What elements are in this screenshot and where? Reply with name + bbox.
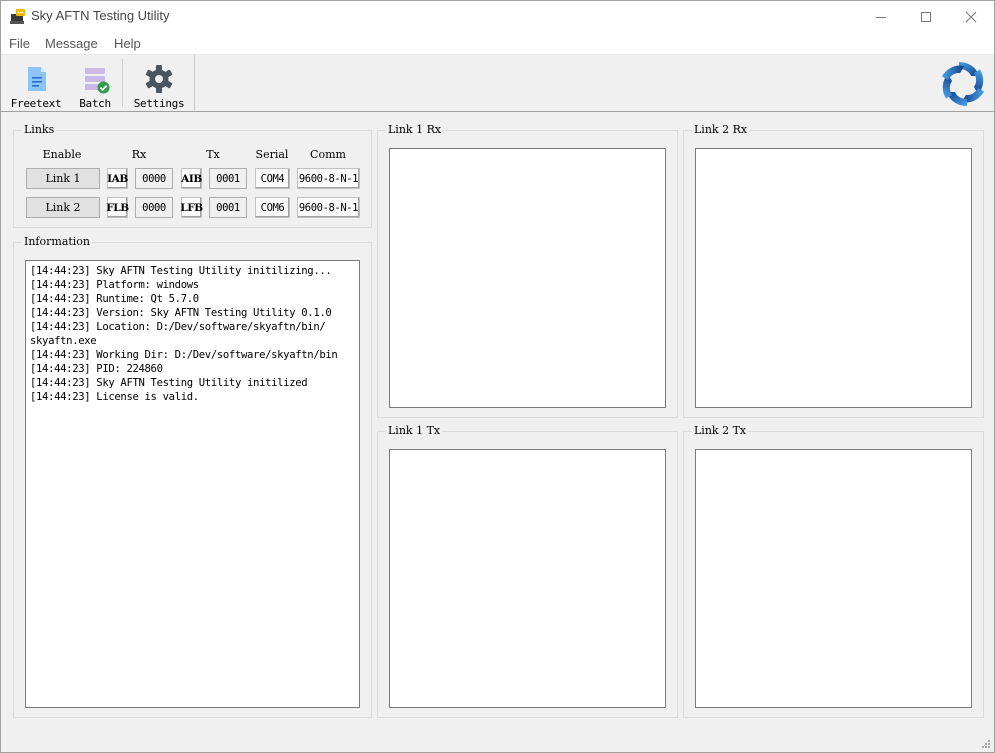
minimize-button[interactable] [858, 1, 904, 32]
logo-icon [941, 62, 985, 106]
link-2-tx-sequence[interactable]: 0001 [209, 197, 247, 218]
link-1-tx-sequence[interactable]: 0001 [209, 168, 247, 189]
close-button[interactable] [948, 1, 994, 32]
link-1-rx-textarea[interactable] [389, 148, 666, 408]
serial-header: Serial [255, 148, 289, 161]
link-2-tx-title: Link 2 Tx [692, 424, 749, 438]
batch-label: Batch [79, 97, 111, 110]
menu-file[interactable]: File [9, 36, 30, 51]
settings-label: Settings [133, 97, 185, 110]
link-1-tx-address[interactable]: AIB [181, 168, 202, 189]
link-2-rx-sequence[interactable]: 0000 [135, 197, 173, 218]
link-2-tx-textarea[interactable] [695, 449, 972, 708]
link-1-tx-group: Link 1 Tx [377, 424, 678, 718]
maximize-button[interactable] [903, 1, 949, 32]
document-icon [28, 67, 46, 91]
gear-icon [145, 65, 173, 93]
toolbar: Freetext Batch Settings [1, 55, 994, 112]
app-icon [10, 9, 25, 24]
menu-help[interactable]: Help [114, 36, 141, 51]
information-group: Information [14:44:23] Sky AFTN Testing … [13, 235, 372, 718]
link-2-rx-title: Link 2 Rx [692, 123, 750, 137]
toolbar-divider [194, 55, 195, 111]
maximize-icon [921, 11, 931, 22]
information-log[interactable]: [14:44:23] Sky AFTN Testing Utility init… [25, 260, 360, 708]
menu-bar: File Message Help [1, 32, 994, 55]
toolbar-separator [122, 59, 123, 107]
menu-message[interactable]: Message [45, 36, 98, 51]
link-2-tx-group: Link 2 Tx [683, 424, 984, 718]
window-title: Sky AFTN Testing Utility [31, 8, 170, 23]
settings-button[interactable]: Settings [129, 55, 189, 111]
link-1-rx-sequence[interactable]: 0000 [135, 168, 173, 189]
link-1-rx-address[interactable]: IAB [107, 168, 128, 189]
link-1-serial-port[interactable]: COM4 [255, 168, 290, 189]
information-title: Information [22, 235, 93, 249]
link-1-rx-group: Link 1 Rx [377, 123, 678, 418]
comm-header: Comm [310, 148, 346, 161]
batch-button[interactable]: Batch [67, 55, 123, 111]
link-1-enable-button[interactable]: Link 1 [26, 168, 100, 189]
link-2-tx-address[interactable]: LFB [180, 197, 203, 218]
close-icon [965, 11, 977, 22]
link-2-comm-settings[interactable]: 9600-8-N-1 [297, 197, 360, 218]
link-1-rx-title: Link 1 Rx [386, 123, 444, 137]
link-1-tx-textarea[interactable] [389, 449, 666, 708]
freetext-label: Freetext [10, 97, 62, 110]
link-2-serial-port[interactable]: COM6 [255, 197, 290, 218]
batch-check-icon [85, 68, 110, 94]
freetext-button[interactable]: Freetext [7, 55, 65, 111]
enable-header: Enable [42, 148, 82, 161]
resize-grip-icon[interactable] [981, 739, 991, 749]
rx-header: Rx [131, 148, 147, 161]
link-2-rx-textarea[interactable] [695, 148, 972, 408]
main-window: Sky AFTN Testing Utility File Message He… [0, 0, 995, 753]
title-bar: Sky AFTN Testing Utility [1, 1, 994, 32]
links-group: Links Enable Rx Tx Serial Comm Link 1 IA… [13, 123, 372, 228]
link-1-comm-settings[interactable]: 9600-8-N-1 [297, 168, 360, 189]
minimize-icon [876, 16, 886, 18]
link-1-tx-title: Link 1 Tx [386, 424, 443, 438]
link-2-rx-group: Link 2 Rx [683, 123, 984, 418]
links-title: Links [22, 123, 57, 137]
link-2-rx-address[interactable]: FLB [106, 197, 129, 218]
tx-header: Tx [206, 148, 220, 161]
link-2-enable-button[interactable]: Link 2 [26, 197, 100, 218]
